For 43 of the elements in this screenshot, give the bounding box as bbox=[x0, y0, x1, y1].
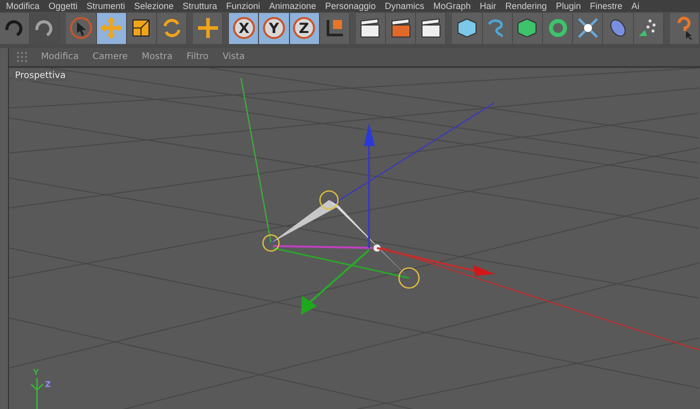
menu-item[interactable]: Finestre bbox=[590, 0, 622, 12]
viewport-menu-item[interactable]: Modifica bbox=[41, 52, 79, 62]
axis-indicator-icon bbox=[30, 377, 44, 409]
toolbar-button[interactable] bbox=[356, 12, 386, 44]
viewport-menu-item[interactable]: Mostra bbox=[142, 52, 172, 62]
menu-item[interactable]: Funzioni bbox=[226, 0, 260, 12]
move-arrows-icon bbox=[99, 16, 124, 40]
viewport-menu-item[interactable]: Vista bbox=[222, 52, 245, 62]
menu-item[interactable]: Personaggio bbox=[325, 0, 376, 12]
menu-item[interactable]: Modifica bbox=[6, 0, 40, 12]
shaded-cube-icon bbox=[515, 16, 540, 40]
menu-item[interactable]: Ai bbox=[631, 0, 640, 12]
menu-item[interactable]: Rendering bbox=[505, 0, 547, 12]
grip-icon[interactable] bbox=[17, 52, 27, 62]
menu-item[interactable]: Plugin bbox=[556, 0, 581, 12]
toolbar-button[interactable] bbox=[386, 12, 416, 44]
menu-item[interactable]: MoGraph bbox=[433, 0, 471, 12]
cursor-icon bbox=[68, 16, 93, 40]
menu-item[interactable]: Animazione bbox=[269, 0, 316, 12]
toolbar-button[interactable] bbox=[573, 12, 604, 44]
clapperboard-stack-icon bbox=[418, 16, 443, 40]
view-name-label: Prospettiva bbox=[13, 71, 68, 81]
toolbar-button[interactable] bbox=[634, 12, 664, 44]
viewport-menu-item[interactable]: Camere bbox=[92, 52, 128, 62]
toolbar-button[interactable] bbox=[512, 12, 543, 44]
cube-icon bbox=[454, 16, 479, 40]
toolbar-button[interactable] bbox=[416, 12, 446, 44]
menu-item[interactable]: Strumenti bbox=[86, 0, 126, 12]
axis-label: Z bbox=[45, 380, 51, 389]
toolbar-button[interactable] bbox=[670, 12, 700, 44]
menu-item[interactable]: Dynamics bbox=[384, 0, 424, 12]
menu-item[interactable]: Oggetti bbox=[48, 0, 78, 12]
clapperboard-icon bbox=[388, 16, 413, 40]
plus-icon bbox=[196, 16, 220, 40]
menu-item[interactable]: Struttura bbox=[182, 0, 218, 12]
menu-item[interactable]: Selezione bbox=[134, 0, 174, 12]
menu-item[interactable]: Hair bbox=[480, 0, 496, 12]
clapperboard-icon bbox=[358, 16, 382, 40]
toolbar-button[interactable] bbox=[320, 12, 350, 44]
viewport-menu-item[interactable]: Filtro bbox=[186, 52, 209, 62]
toolbar-button[interactable] bbox=[126, 12, 157, 44]
toolbar-button[interactable] bbox=[452, 12, 482, 44]
axis-label: Y bbox=[33, 368, 39, 377]
